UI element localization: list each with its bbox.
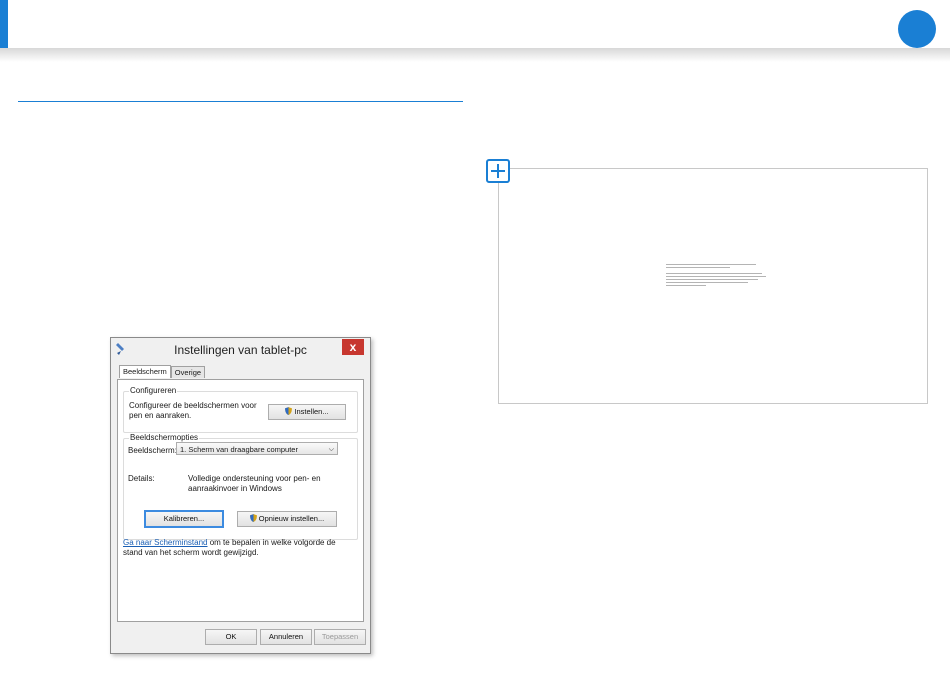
uac-shield-icon [249, 514, 257, 522]
display-options-group-title: Beeldschermopties [129, 433, 200, 442]
section-divider [18, 101, 463, 102]
tab-display[interactable]: Beeldscherm [119, 365, 171, 378]
dialog-title: Instellingen van tablet-pc [174, 343, 307, 357]
close-button[interactable]: x [342, 339, 364, 355]
chevron-down-icon: ⌵ [328, 446, 334, 453]
header-shadow [0, 48, 950, 62]
display-select-value: 1. Scherm van draagbare computer [180, 445, 298, 454]
configure-group-title: Configureren [129, 386, 178, 395]
ok-button-label: OK [225, 632, 237, 641]
close-icon: x [349, 340, 357, 354]
orientation-text: Ga naar Scherminstand om te bepalen in w… [123, 538, 355, 558]
apply-button-label: Toepassen [321, 632, 359, 641]
header-accent-bar [0, 0, 8, 52]
ok-button[interactable]: OK [205, 629, 257, 645]
configure-group: Configureren Configureer de beeldscherme… [123, 386, 358, 433]
display-label: Beeldscherm: [128, 446, 177, 455]
display-select[interactable]: 1. Scherm van draagbare computer ⌵ [176, 442, 338, 455]
calibration-instructions [666, 264, 766, 288]
apply-button[interactable]: Toepassen [314, 629, 366, 645]
details-value: Volledige ondersteuning voor pen- en aan… [188, 474, 321, 493]
page-header [0, 0, 950, 52]
tab-strip: Beeldscherm Overige [119, 365, 206, 379]
setup-button[interactable]: Instellen... [268, 404, 346, 420]
tab-panel-display: Configureren Configureer de beeldscherme… [117, 379, 364, 622]
details-label: Details: [128, 474, 155, 483]
calibrate-button-label: Kalibreren... [163, 514, 205, 523]
reset-button-label: Opnieuw instellen... [258, 514, 325, 523]
dialog-titlebar: Instellingen van tablet-pc x [111, 338, 370, 362]
calibrate-button[interactable]: Kalibreren... [145, 511, 223, 527]
screen-orientation-link[interactable]: Ga naar Scherminstand [123, 538, 208, 547]
tablet-settings-dialog: Instellingen van tablet-pc x Beeldscherm… [110, 337, 371, 654]
reset-button[interactable]: Opnieuw instellen... [237, 511, 337, 527]
setup-button-label: Instellen... [294, 407, 329, 416]
tab-other[interactable]: Overige [170, 366, 206, 378]
cancel-button-label: Annuleren [268, 632, 304, 641]
configure-description: Configureer de beeldschermen voor pen en… [129, 401, 257, 420]
page-badge [898, 10, 936, 48]
cancel-button[interactable]: Annuleren [260, 629, 312, 645]
uac-shield-icon [285, 407, 293, 415]
crosshair-icon [486, 159, 510, 183]
